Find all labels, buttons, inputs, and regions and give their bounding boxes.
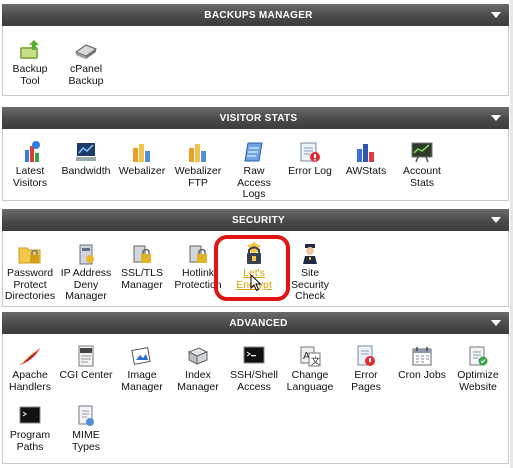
panel-title: VISITOR STATS — [219, 112, 298, 124]
item-label: IP Address Deny Manager — [60, 267, 112, 302]
item-cpanel-backup[interactable]: cPanel Backup — [58, 38, 114, 87]
item-ip-address-deny-manager[interactable]: IP Address Deny Manager — [58, 242, 114, 303]
item-error-log[interactable]: Error Log — [282, 140, 338, 178]
item-label: SSL/TLS Manager — [120, 267, 164, 291]
item-hotlink-protection[interactable]: Hotlink Protection — [170, 242, 226, 291]
item-raw-access-logs[interactable]: Raw Access Logs — [226, 140, 282, 201]
item-mime-types[interactable]: MIME Types — [58, 404, 114, 453]
item-optimize-website[interactable]: Optimize Website — [450, 344, 506, 393]
hotlink-icon — [189, 245, 207, 263]
panel-title: ADVANCED — [229, 317, 288, 329]
item-program-paths[interactable]: Program Paths — [2, 404, 58, 453]
item-webalizer[interactable]: Webalizer — [114, 140, 170, 178]
optimize-icon — [469, 346, 488, 366]
item-label: Password Protect Directories — [4, 267, 56, 302]
item-label: Bandwidth — [61, 165, 111, 177]
panel-title: BACKUPS MANAGER — [204, 9, 313, 21]
item-label: MIME Types — [71, 429, 100, 453]
item-label: Error Pages — [351, 369, 381, 393]
item-label: CGI Center — [59, 369, 113, 381]
index-manager-icon — [187, 347, 209, 365]
backup-tool-icon — [20, 40, 39, 59]
item-index-manager[interactable]: Index Manager — [170, 344, 226, 393]
item-backup-tool[interactable]: Backup Tool — [2, 38, 58, 87]
item-label: Error Log — [288, 165, 332, 177]
latest-visitors-icon — [25, 141, 40, 162]
cgi-icon — [78, 345, 94, 367]
error-log-icon — [300, 142, 320, 162]
awstats-icon — [357, 144, 374, 162]
cpanel-backup-icon — [74, 44, 98, 59]
chevron-down-icon[interactable] — [491, 217, 501, 223]
item-password-protect-directories[interactable]: Password Protect Directories — [2, 242, 58, 303]
item-image-manager[interactable]: Image Manager — [114, 344, 170, 393]
item-label: cPanel Backup — [68, 63, 104, 87]
item-label: Backup Tool — [12, 63, 48, 87]
webalizer-ftp-icon — [189, 144, 206, 162]
item-ssh-shell-access[interactable]: SSH/Shell Access — [226, 344, 282, 393]
panel-header-security[interactable]: SECURITY — [2, 209, 509, 231]
item-webalizer-ftp[interactable]: Webalizer FTP — [170, 140, 226, 189]
item-label: Account Stats — [403, 165, 441, 189]
item-label: Raw Access Logs — [237, 165, 271, 200]
item-account-stats[interactable]: Account Stats — [394, 140, 450, 189]
bandwidth-icon — [76, 143, 96, 161]
item-label: Webalizer — [118, 165, 166, 177]
item-ssl-tls-manager[interactable]: SSL/TLS Manager — [114, 242, 170, 291]
site-security-icon — [303, 244, 317, 264]
item-change-language[interactable]: A文 Change Language — [282, 344, 338, 393]
item-label: Cron Jobs — [398, 369, 446, 381]
panel-header-advanced[interactable]: ADVANCED — [2, 312, 509, 334]
folder-lock-icon — [18, 247, 41, 264]
item-label: Let's Encrypt — [236, 267, 272, 291]
panel-header-backups[interactable]: BACKUPS MANAGER — [2, 4, 509, 26]
item-label: Apache Handlers — [8, 369, 52, 393]
program-paths-icon — [19, 406, 41, 424]
raw-access-logs-icon — [244, 142, 263, 162]
chevron-down-icon[interactable] — [491, 12, 501, 18]
item-label: SSH/Shell Access — [230, 369, 278, 393]
lets-encrypt-icon — [247, 242, 261, 264]
webalizer-icon — [133, 144, 150, 162]
item-label: Latest Visitors — [12, 165, 48, 189]
item-label: Program Paths — [9, 429, 51, 453]
item-label: Index Manager — [177, 369, 219, 393]
item-label: Hotlink Protection — [174, 267, 222, 291]
chevron-down-icon[interactable] — [491, 115, 501, 121]
item-lets-encrypt[interactable]: Let's Encrypt — [226, 242, 282, 291]
item-error-pages[interactable]: Error Pages — [338, 344, 394, 393]
item-apache-handlers[interactable]: Apache Handlers — [2, 344, 58, 393]
item-label: Optimize Website — [457, 369, 499, 393]
account-stats-icon — [411, 142, 433, 163]
item-cgi-center[interactable]: CGI Center — [58, 344, 114, 382]
language-icon: A文 — [300, 346, 321, 367]
error-pages-icon — [357, 345, 375, 366]
ssl-tls-icon — [133, 245, 151, 263]
item-label: AWStats — [345, 165, 387, 177]
item-label: Image Manager — [121, 369, 163, 393]
panel-title: SECURITY — [232, 214, 285, 226]
panel-header-visitor-stats[interactable]: VISITOR STATS — [2, 107, 509, 129]
item-label: Webalizer FTP — [174, 165, 222, 189]
apache-feather-icon — [20, 348, 40, 365]
terminal-icon — [243, 346, 265, 364]
svg-text:文: 文 — [311, 355, 320, 367]
mime-types-icon — [78, 405, 94, 426]
item-site-security-check[interactable]: Site Security Check — [282, 242, 338, 303]
item-awstats[interactable]: AWStats — [338, 140, 394, 178]
ip-deny-icon — [79, 244, 94, 265]
item-latest-visitors[interactable]: Latest Visitors — [2, 140, 58, 189]
item-label: Site Security Check — [291, 267, 329, 302]
cron-calendar-icon — [412, 347, 432, 366]
chevron-down-icon[interactable] — [491, 320, 501, 326]
image-manager-icon — [131, 347, 151, 365]
item-cron-jobs[interactable]: Cron Jobs — [394, 344, 450, 382]
item-label: Change Language — [286, 369, 334, 393]
item-bandwidth[interactable]: Bandwidth — [58, 140, 114, 178]
